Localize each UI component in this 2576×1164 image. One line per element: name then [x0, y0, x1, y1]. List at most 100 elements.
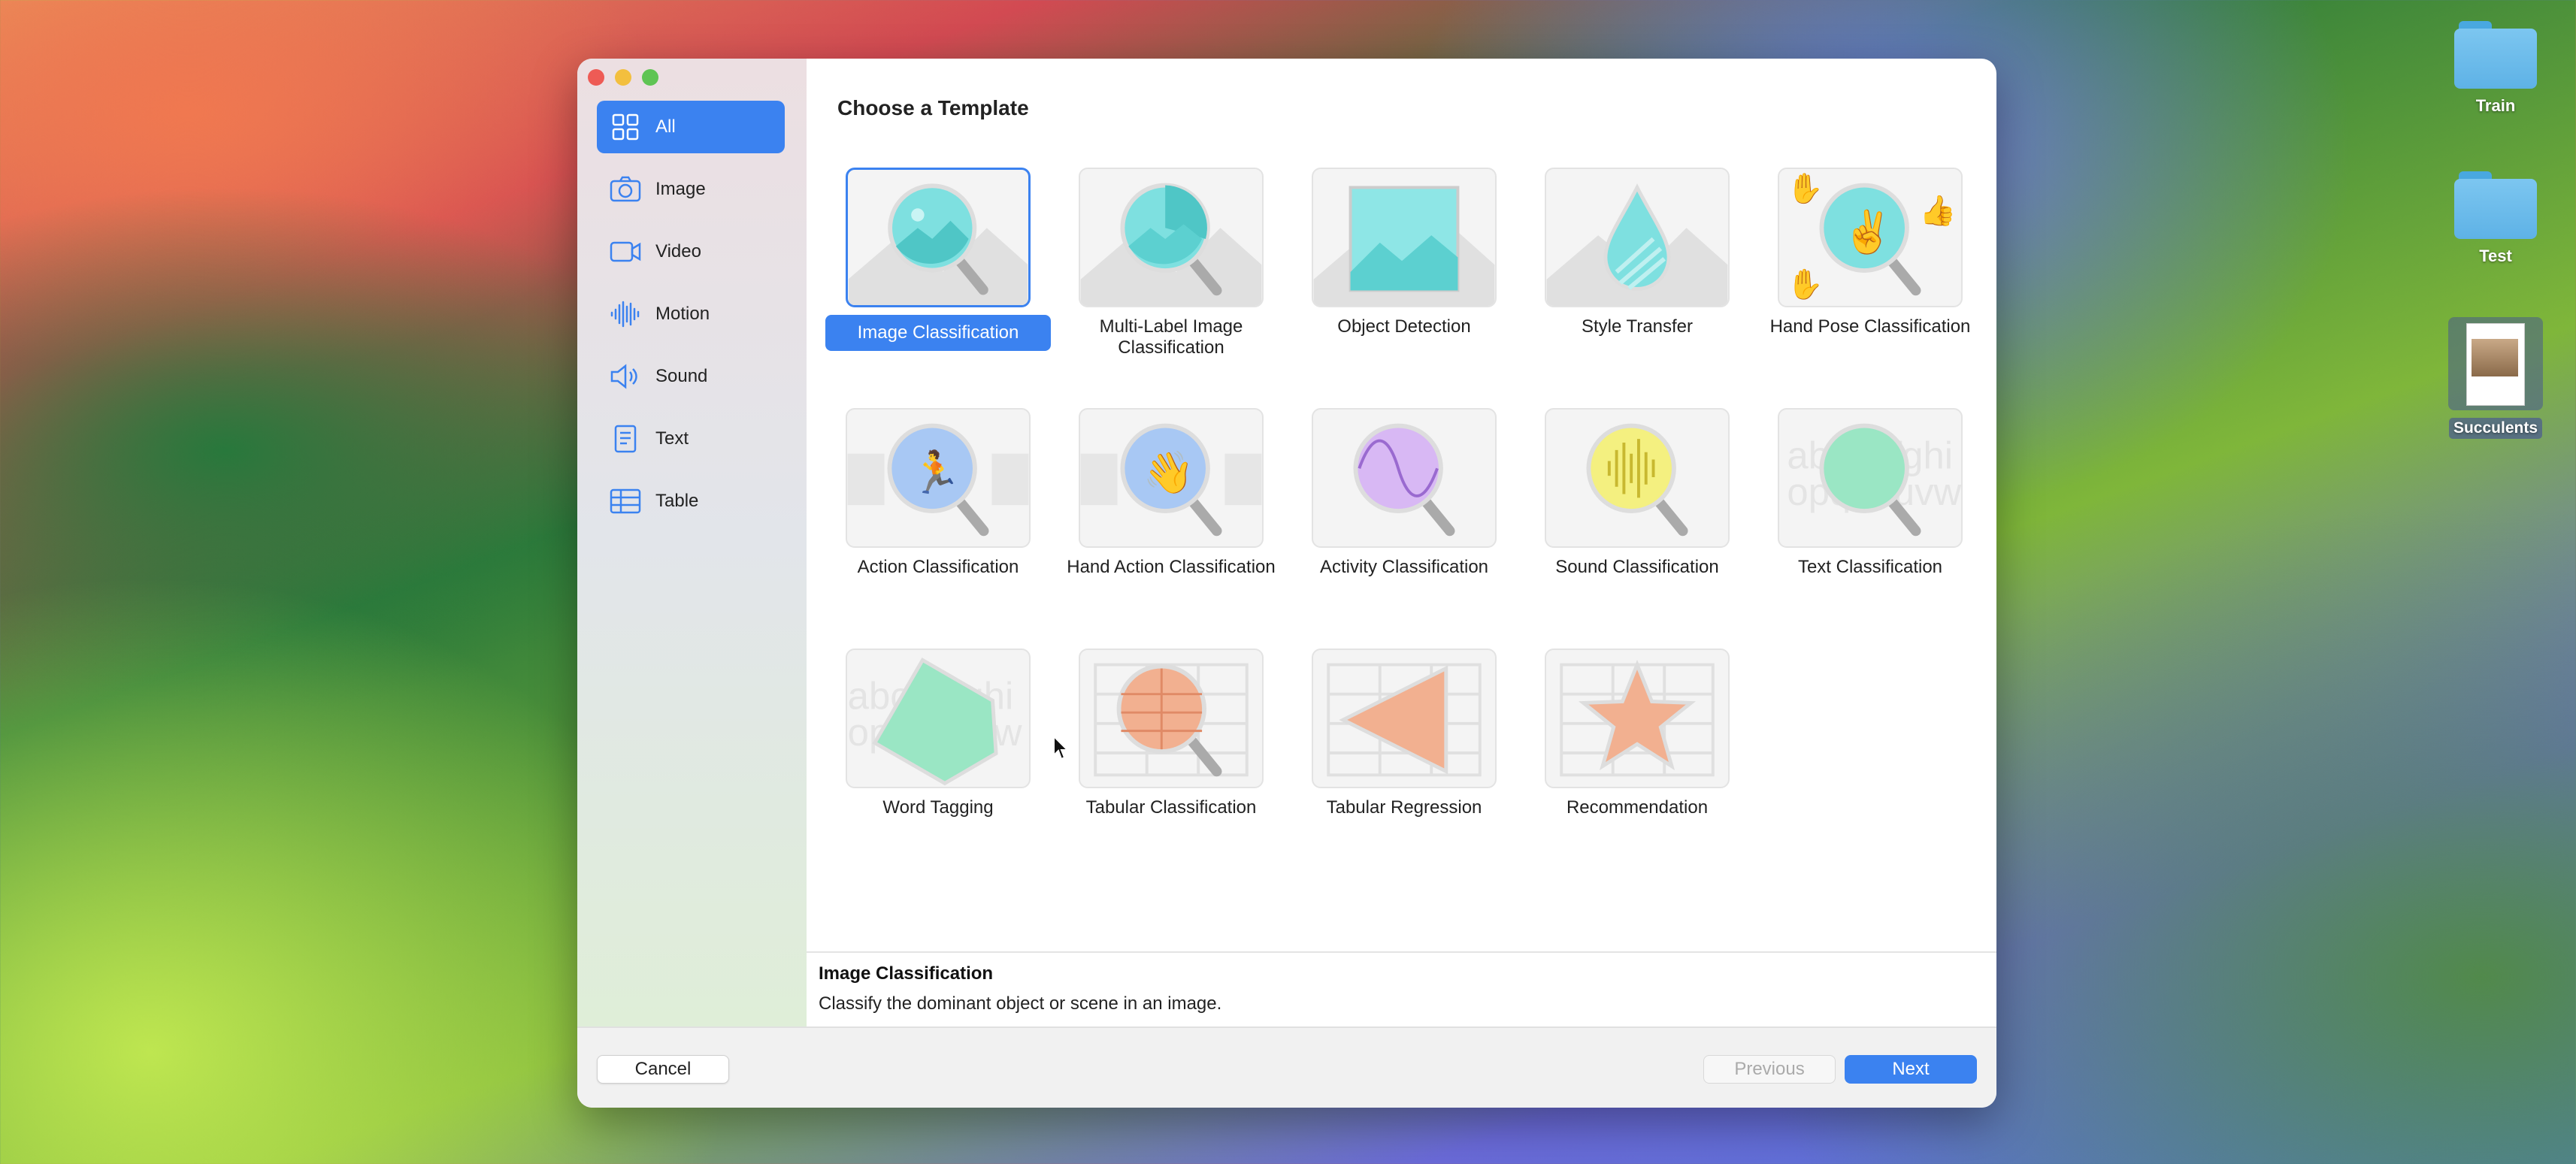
template-thumbnail: [1545, 168, 1730, 307]
template-label: Hand Action Classification: [1067, 557, 1276, 577]
template-thumbnail: ✋ 👍 ✋ ✌: [1778, 168, 1963, 307]
template-thumbnail: [1545, 649, 1730, 788]
next-button[interactable]: Next: [1845, 1055, 1977, 1084]
template-thumbnail: [1079, 168, 1264, 307]
magnifier-text-icon: abcdefghi opqrstuvw: [1787, 423, 1961, 537]
template-label: Multi-Label Image Classification: [1099, 316, 1243, 358]
template-thumbnail: 👋: [1079, 408, 1264, 548]
speaker-icon: [610, 364, 637, 389]
template-activity-classification[interactable]: Activity Classification: [1291, 408, 1517, 578]
magnifier-hand-icon: ✋ 👍 ✋ ✌: [1787, 171, 1957, 301]
desktop-folder-train[interactable]: Train: [2413, 21, 2576, 116]
template-thumbnail: [846, 168, 1031, 307]
template-label: Tabular Regression: [1326, 797, 1482, 818]
svg-text:✌: ✌: [1842, 207, 1893, 257]
camera-icon: [610, 176, 641, 202]
sidebar-item-label: Text: [655, 428, 689, 449]
magnifier-waving-hand-icon: 👋: [1080, 423, 1262, 537]
template-word-tagging[interactable]: abcdefghi opqrstuvw Word Tagging: [825, 649, 1051, 818]
bounding-box-icon: [1313, 186, 1495, 306]
svg-text:✋: ✋: [1787, 267, 1824, 301]
template-multi-label-image-classification[interactable]: Multi-Label Image Classification: [1058, 168, 1284, 358]
svg-text:🏃: 🏃: [910, 449, 961, 496]
folder-icon: [2454, 21, 2537, 89]
template-label: Sound Classification: [1555, 557, 1719, 577]
description-title: Image Classification: [819, 963, 994, 984]
template-thumbnail: [1079, 649, 1264, 788]
magnifier-waveform-icon: [1586, 423, 1688, 537]
sidebar-item-label: Video: [655, 241, 701, 262]
sidebar-item-all[interactable]: All: [597, 101, 785, 153]
desktop-icon-label: Succulents: [2448, 418, 2543, 439]
waveform-icon: [610, 301, 640, 328]
magnifier-table-icon: [1094, 663, 1249, 777]
sidebar-item-label: Motion: [655, 304, 710, 324]
sidebar-item-image[interactable]: Image: [597, 163, 785, 216]
sidebar-item-motion[interactable]: Motion: [597, 288, 785, 340]
template-thumbnail: abcdefghi opqrstuvw: [1778, 408, 1963, 548]
drop-icon: [1546, 183, 1728, 306]
svg-text:👋: 👋: [1143, 449, 1194, 497]
template-label: Hand Pose Classification: [1769, 316, 1971, 337]
triangle-table-icon: [1327, 663, 1482, 777]
sidebar-item-text[interactable]: Text: [597, 413, 785, 465]
template-text-classification[interactable]: abcdefghi opqrstuvw Text Classification: [1757, 408, 1983, 578]
mouse-pointer-icon: [1053, 736, 1070, 760]
template-label: Style Transfer: [1581, 316, 1694, 337]
image-file-icon: [2448, 317, 2543, 410]
template-tabular-classification[interactable]: Tabular Classification: [1058, 649, 1284, 818]
page-title: Choose a Template: [837, 96, 1029, 119]
template-style-transfer[interactable]: Style Transfer: [1524, 168, 1750, 337]
template-thumbnail: 🏃: [846, 408, 1031, 548]
magnifier-runner-icon: 🏃: [847, 423, 1029, 537]
desktop-file-succulents[interactable]: Succulents: [2413, 317, 2576, 439]
template-label: Word Tagging: [882, 797, 994, 818]
desktop-icon-label: Test: [2479, 246, 2512, 265]
template-label: Action Classification: [857, 557, 1019, 577]
template-thumbnail: [1312, 408, 1497, 548]
video-icon: [610, 241, 641, 262]
template-label: Recommendation: [1566, 797, 1709, 818]
desktop-folder-test[interactable]: Test: [2413, 171, 2576, 266]
template-tabular-regression[interactable]: Tabular Regression: [1291, 649, 1517, 818]
template-image-classification[interactable]: Image Classification: [825, 168, 1051, 351]
minimize-button[interactable]: [615, 69, 631, 86]
cancel-button[interactable]: Cancel: [597, 1055, 729, 1084]
template-thumbnail: abcdefghi opqrstuvw: [846, 649, 1031, 788]
folder-icon: [2454, 171, 2537, 239]
template-label: Text Classification: [1797, 557, 1943, 577]
template-label: Object Detection: [1337, 316, 1471, 337]
document-icon: [614, 425, 637, 453]
sidebar-item-label: Sound: [655, 366, 708, 386]
template-hand-action-classification[interactable]: 👋 Hand Action Classification: [1058, 408, 1284, 578]
template-hand-pose-classification[interactable]: ✋ 👍 ✋ ✌ Hand Pose Classification: [1757, 168, 1983, 337]
svg-text:👍: 👍: [1920, 193, 1957, 227]
zoom-button[interactable]: [642, 69, 658, 86]
template-object-detection[interactable]: Object Detection: [1291, 168, 1517, 337]
magnifier-pie-icon: [1080, 183, 1262, 306]
close-button[interactable]: [588, 69, 604, 86]
previous-button[interactable]: Previous: [1703, 1055, 1836, 1084]
template-label: Image Classification: [825, 315, 1051, 351]
template-sound-classification[interactable]: Sound Classification: [1524, 408, 1750, 578]
svg-text:✋: ✋: [1787, 171, 1824, 205]
desktop-icon-label: Train: [2475, 96, 2516, 115]
magnifier-landscape-icon: [848, 183, 1028, 305]
template-action-classification[interactable]: 🏃 Action Classification: [825, 408, 1051, 578]
template-label: Activity Classification: [1319, 557, 1489, 577]
tag-icon: abcdefghi opqrstuvw: [848, 658, 1022, 786]
template-recommendation[interactable]: Recommendation: [1524, 649, 1750, 818]
description-text: Classify the dominant object or scene in…: [819, 993, 1222, 1014]
window-controls: [588, 69, 658, 86]
template-thumbnail: [1312, 168, 1497, 307]
template-label: Tabular Classification: [1085, 797, 1257, 818]
template-thumbnail: [1545, 408, 1730, 548]
template-chooser-window: All Image Video Motion Sound Text Table …: [577, 59, 1996, 1108]
sidebar-item-sound[interactable]: Sound: [597, 350, 785, 403]
sidebar-item-table[interactable]: Table: [597, 475, 785, 528]
sidebar-item-label: Image: [655, 179, 706, 199]
sidebar-item-video[interactable]: Video: [597, 225, 785, 278]
magnifier-sine-wave-icon: [1353, 423, 1455, 537]
star-table-icon: [1560, 659, 1715, 777]
footer-bar: Cancel Previous Next: [577, 1026, 1996, 1108]
